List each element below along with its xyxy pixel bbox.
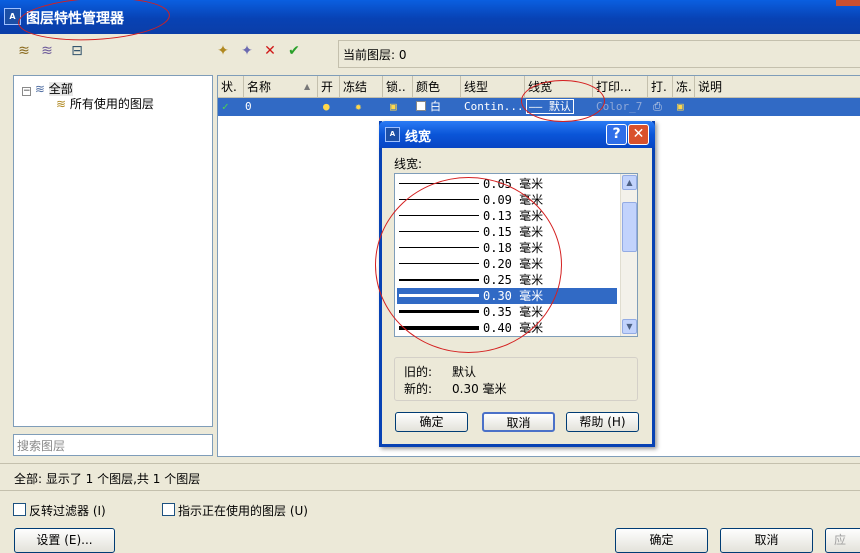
list-item[interactable]: 0.25 毫米	[397, 272, 617, 288]
scroll-down-icon[interactable]: ▼	[622, 319, 637, 334]
current-layer-field	[338, 40, 860, 68]
dialog-help-button[interactable]: 帮助 (H)	[566, 412, 639, 432]
layer-lineweight[interactable]: —— 默认	[526, 98, 574, 116]
apply-button[interactable]: 应	[825, 528, 860, 553]
window-close-button[interactable]	[836, 0, 860, 6]
sun-thaw-icon[interactable]: ✹	[355, 98, 362, 116]
col-freeze[interactable]: 冻结	[340, 76, 383, 98]
app-icon: A	[4, 8, 21, 25]
current-layer-label: 当前图层: 0	[343, 48, 407, 62]
lock-open-icon[interactable]: ▣	[390, 98, 397, 116]
cancel-button[interactable]: 取消	[720, 528, 813, 553]
new-property-filter-icon[interactable]: ≋	[15, 42, 33, 60]
list-item[interactable]: 0.20 毫米	[397, 256, 617, 272]
col-description[interactable]: 说明	[695, 76, 860, 98]
col-lineweight[interactable]: 线宽	[525, 76, 593, 98]
col-plot[interactable]: 打.	[648, 76, 673, 98]
close-icon[interactable]: ✕	[628, 124, 649, 145]
col-on[interactable]: 开	[318, 76, 340, 98]
layer-states-manager-icon[interactable]: ⊟	[68, 42, 86, 60]
search-input[interactable]: 搜索图层	[13, 434, 213, 456]
list-header: 状. 名称 ▲ 开 冻结 锁.. 颜色 线型 线宽 打印... 打. 冻. 说明	[218, 76, 860, 98]
printer-icon[interactable]: ⎙	[653, 98, 662, 116]
col-linetype[interactable]: 线型	[461, 76, 525, 98]
list-scrollbar[interactable]: ▲ ▼	[620, 174, 637, 336]
old-new-group: 旧的: 默认 新的: 0.30 毫米	[394, 357, 638, 401]
lineweight-label: 线宽:	[394, 157, 423, 171]
filter-icon: ≋	[56, 97, 67, 111]
list-item[interactable]: 0.35 毫米	[397, 304, 617, 320]
col-plotstyle[interactable]: 打印...	[593, 76, 648, 98]
scroll-thumb[interactable]	[622, 202, 637, 252]
col-status[interactable]: 状.	[218, 76, 244, 98]
window-titlebar[interactable]: A 图层特性管理器	[0, 0, 860, 34]
table-row[interactable]: ✓ 0 ● ✹ ▣ 白 Contin... —— 默认 Color_7 ⎙ ▣	[218, 98, 860, 116]
dialog-titlebar[interactable]: A 线宽 ? ✕	[379, 121, 655, 148]
layer-plotstyle: Color_7	[596, 100, 643, 113]
dialog-ok-button[interactable]: 确定	[395, 412, 468, 432]
help-icon[interactable]: ?	[606, 124, 627, 145]
list-item[interactable]: 0.09 毫米	[397, 192, 617, 208]
bulb-on-icon[interactable]: ●	[323, 98, 330, 116]
old-label: 旧的:	[404, 365, 433, 379]
new-group-filter-icon[interactable]: ≋	[38, 42, 56, 60]
scroll-up-icon[interactable]: ▲	[622, 175, 637, 190]
layers-icon: ≋	[34, 82, 45, 96]
lineweight-dialog: A 线宽 ? ✕ 线宽: 0.05 毫米 0.09 毫米 0.13 毫米 0.1…	[379, 121, 655, 447]
layer-linetype[interactable]: Contin...	[464, 98, 524, 116]
new-layer-vp-frozen-icon[interactable]: ✦	[238, 42, 256, 60]
current-check-icon: ✓	[222, 100, 229, 113]
new-layer-icon[interactable]: ✦	[214, 42, 232, 60]
filter-tree[interactable]: − ≋ 全部 ≋ 所有使用的图层	[13, 75, 213, 427]
new-label: 新的:	[404, 382, 433, 396]
settings-button[interactable]: 设置 (E)...	[14, 528, 115, 553]
list-item[interactable]: 0.40 毫米	[397, 320, 617, 336]
collapse-icon[interactable]: −	[22, 87, 31, 96]
invert-filter-checkbox[interactable]	[13, 503, 26, 516]
layer-color[interactable]: 白	[430, 98, 441, 116]
sort-up-icon: ▲	[304, 82, 311, 91]
indicate-in-use-label: 指示正在使用的图层 (U)	[178, 504, 308, 518]
new-value: 0.30 毫米	[452, 382, 507, 396]
invert-filter-label: 反转过滤器 (I)	[29, 504, 106, 518]
list-item[interactable]: 0.13 毫米	[397, 208, 617, 224]
tree-item-used[interactable]: ≋ 所有使用的图层	[56, 95, 154, 112]
old-value: 默认	[452, 365, 477, 379]
status-text: 全部: 显示了 1 个图层,共 1 个图层	[14, 472, 201, 486]
dialog-title: 线宽	[405, 130, 432, 145]
list-item[interactable]: 0.05 毫米	[397, 176, 617, 192]
tree-child-label: 所有使用的图层	[69, 97, 154, 111]
window-title: 图层特性管理器	[26, 11, 124, 27]
set-current-icon[interactable]: ✔	[285, 42, 303, 60]
col-vpfreeze[interactable]: 冻.	[673, 76, 695, 98]
col-lock[interactable]: 锁..	[383, 76, 413, 98]
delete-layer-icon[interactable]: ✕	[261, 42, 279, 60]
dialog-cancel-button[interactable]: 取消	[482, 412, 555, 432]
layer-name[interactable]: 0	[245, 98, 252, 116]
lineweight-list[interactable]: 0.05 毫米 0.09 毫米 0.13 毫米 0.15 毫米 0.18 毫米 …	[394, 173, 638, 337]
color-swatch[interactable]	[416, 98, 426, 116]
list-item-selected[interactable]: 0.30 毫米	[397, 288, 617, 304]
vp-freeze-icon[interactable]: ▣	[677, 98, 684, 116]
list-item[interactable]: 0.15 毫米	[397, 224, 617, 240]
indicate-in-use-checkbox[interactable]	[162, 503, 175, 516]
col-color[interactable]: 颜色	[413, 76, 461, 98]
dialog-app-icon: A	[385, 127, 400, 142]
tree-root-label: 全部	[48, 82, 73, 96]
list-item[interactable]: 0.18 毫米	[397, 240, 617, 256]
ok-button[interactable]: 确定	[615, 528, 708, 553]
